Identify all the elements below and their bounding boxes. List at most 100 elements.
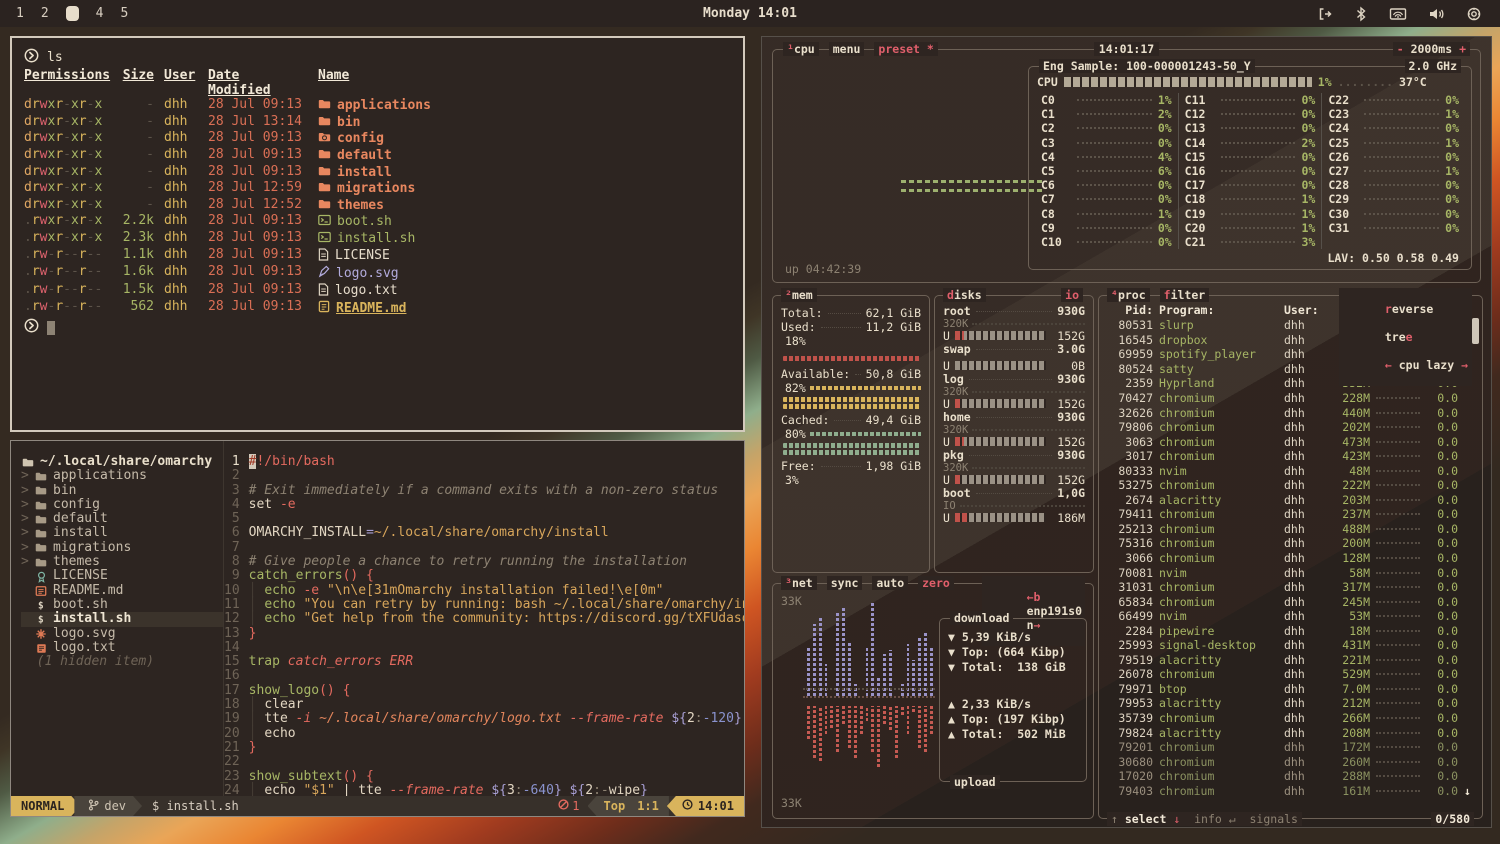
core-row: C60% [1041,178,1172,192]
tree-item-install[interactable]: >install [21,526,223,540]
tree-item-LICENSE[interactable]: LICENSE [21,569,223,583]
tab-mem[interactable]: ²mem [781,288,817,302]
process-row[interactable]: 30680chromiumdhh260M0.0 [1107,754,1476,769]
upload-bar [813,706,816,758]
logout-icon[interactable] [1317,6,1333,22]
process-row[interactable]: 25993signal-desktopdhh431M0.0 [1107,638,1476,653]
process-mem: 53M [1324,609,1370,623]
code-token: !/bin/bash [256,454,334,469]
cpu-panel: ¹cpu menu preset * 14:01:17 - 2000ms + u… [772,49,1481,283]
process-mem: 48M [1324,464,1370,478]
btop-window[interactable]: ¹cpu menu preset * 14:01:17 - 2000ms + u… [761,36,1492,828]
code-token: │ [249,597,265,612]
proc-filter-button[interactable]: filter [1160,288,1210,302]
ls-user: dhh [164,248,198,266]
process-pid: 79201 [1107,740,1153,754]
tab-io[interactable]: io [1061,288,1083,302]
process-row[interactable]: 26078chromiumdhh529M0.0 [1107,667,1476,682]
tree-item-themes[interactable]: >themes [21,555,223,569]
tree-item-config[interactable]: >config [21,498,223,512]
code-pane[interactable]: 123456789101112131415161718192021222324 … [224,441,744,796]
net-auto-toggle[interactable]: auto [872,576,908,590]
process-row[interactable]: 79806chromiumdhh202M0.0 [1107,420,1476,435]
process-name: alacritty [1159,726,1278,740]
tree-item-logo.svg[interactable]: logo.svg [21,627,223,641]
code-line [249,641,744,655]
process-name: slurp [1159,318,1278,332]
process-row[interactable]: 35739chromiumdhh266M0.0 [1107,711,1476,726]
process-row[interactable]: 3066chromiumdhh128M0.0 [1107,551,1476,566]
ls-user: dhh [164,98,198,115]
core-percent: 0% [1158,235,1172,249]
process-row[interactable]: 66499nvimdhh53M0.0 [1107,609,1476,624]
process-row[interactable]: 79519alacrittydhh221M0.0 [1107,653,1476,668]
core-row: C100% [1041,235,1172,249]
process-row[interactable]: 70081nvimdhh58M0.0 [1107,565,1476,580]
process-row[interactable]: 79403chromiumdhh161M0.0↓ [1107,784,1476,799]
process-row[interactable]: 70427chromiumdhh228M0.0 [1107,391,1476,406]
process-mem: 18M [1324,624,1370,638]
settings-icon[interactable] [1466,6,1482,22]
screencast-icon[interactable] [1389,6,1407,22]
process-row[interactable]: 79201chromiumdhh172M0.0 [1107,740,1476,755]
process-row[interactable]: 75316chromiumdhh200M0.0 [1107,536,1476,551]
tree-item-README.md[interactable]: README.md [21,584,223,598]
tree-item-install.sh[interactable]: $install.sh [21,612,223,626]
tab-proc[interactable]: ⁴proc [1107,288,1150,302]
prompt-line-2[interactable] [24,320,731,336]
process-row[interactable]: 3063chromiumdhh473M0.0 [1107,434,1476,449]
volume-icon[interactable] [1428,6,1445,22]
process-row[interactable]: 2284pipewiredhh18M0.0 [1107,623,1476,638]
terminal-window[interactable]: ls Permissions Size User Date Modified N… [10,36,745,432]
ls-permissions: .rwxr-xr-x [24,214,106,231]
filename-label: $ install.sh [142,796,249,816]
tree-root[interactable]: ~/.local/share/omarchy [21,455,223,469]
editor-window[interactable]: ~/.local/share/omarchy>applications>bin>… [10,440,745,817]
net-zero-toggle[interactable]: zero [918,576,954,590]
process-user: dhh [1284,769,1318,783]
process-table: 80531slurpdhh87M0.016545dropboxdhh423M0.… [1099,318,1482,798]
process-row[interactable]: 65834chromiumdhh245M0.0 [1107,594,1476,609]
process-row[interactable]: 32626chromiumdhh440M0.0 [1107,405,1476,420]
process-row[interactable]: 25213chromiumdhh488M0.0 [1107,522,1476,537]
process-row[interactable]: 80333nvimdhh48M0.0 [1107,463,1476,478]
proc-tree-toggle[interactable]: tree [1385,330,1413,344]
interval-increase-button[interactable]: + [1459,42,1466,56]
core-meter [1077,113,1152,115]
process-row[interactable]: 31031chromiumdhh317M0.0 [1107,580,1476,595]
process-pid: 17020 [1107,769,1153,783]
proc-sort-next-button[interactable]: → [1461,358,1468,372]
process-row[interactable]: 17020chromiumdhh288M0.0 [1107,769,1476,784]
net-prev-interface-button[interactable]: ←b [1027,590,1041,604]
code-token: ${ [570,783,586,796]
code-token: OMARCHY_INSTALL [249,525,366,540]
process-row[interactable]: 53275chromiumdhh222M0.0 [1107,478,1476,493]
tree-item-bin[interactable]: >bin [21,484,223,498]
core-id: C4 [1041,150,1071,164]
proc-scrollbar-thumb[interactable] [1472,318,1479,344]
tree-item-default[interactable]: >default [21,512,223,526]
tab-disks[interactable]: disks [943,288,986,302]
net-sync-toggle[interactable]: sync [827,576,863,590]
tree-item-migrations[interactable]: >migrations [21,541,223,555]
process-name: alacritty [1159,696,1278,710]
bluetooth-icon[interactable] [1354,6,1368,22]
tree-item-boot.sh[interactable]: $boot.sh [21,598,223,612]
process-row[interactable]: 79971btopdhh7.0M0.0 [1107,682,1476,697]
tree-item-logo.txt[interactable]: logo.txt [21,641,223,655]
tree-item-label: themes [53,555,100,569]
process-pid: 35739 [1107,711,1153,725]
core-id: C20 [1185,221,1215,235]
core-row: C142% [1185,136,1316,150]
process-row[interactable]: 79411chromiumdhh237M0.0 [1107,507,1476,522]
tab-net[interactable]: ³net [781,576,817,590]
process-row[interactable]: 79953alacrittydhh212M0.0 [1107,696,1476,711]
interval-decrease-button[interactable]: - [1397,42,1404,56]
tree-item-applications[interactable]: >applications [21,469,223,483]
process-row[interactable]: 2674alacrittydhh203M0.0 [1107,493,1476,508]
process-row[interactable]: 79824alacrittydhh208M0.0 [1107,725,1476,740]
disk-used-value: 152G [1051,435,1085,449]
proc-sort-prev-button[interactable]: ← [1385,358,1392,372]
process-row[interactable]: 3017chromiumdhh423M0.0 [1107,449,1476,464]
proc-reverse-toggle[interactable]: reverse [1385,302,1433,316]
